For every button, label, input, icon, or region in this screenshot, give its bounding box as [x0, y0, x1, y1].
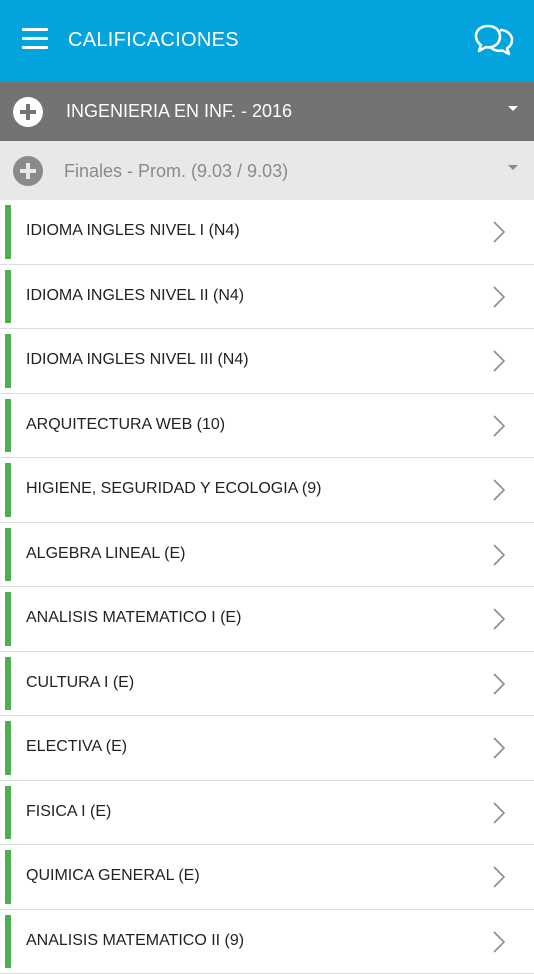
chevron-right-icon [490, 736, 508, 760]
chevron-right-icon [490, 543, 508, 567]
chevron-right-icon [490, 865, 508, 889]
list-item[interactable]: ANALISIS MATEMATICO II (9) [0, 910, 534, 974]
chat-bubbles-icon[interactable] [472, 18, 516, 62]
plus-circle-icon[interactable] [13, 97, 43, 127]
list-item[interactable]: HIGIENE, SEGURIDAD Y ECOLOGIA (9) [0, 458, 534, 523]
chevron-right-icon [490, 672, 508, 696]
list-item[interactable]: ARQUITECTURA WEB (10) [0, 394, 534, 459]
subject-name: IDIOMA INGLES NIVEL I (N4) [26, 219, 240, 243]
list-item[interactable]: QUIMICA GENERAL (E) [0, 845, 534, 910]
app-bar: CALIFICACIONES [0, 0, 534, 82]
subject-name: IDIOMA INGLES NIVEL III (N4) [26, 348, 249, 372]
subject-name: ELECTIVA (E) [26, 735, 127, 759]
list-item[interactable]: IDIOMA INGLES NIVEL III (N4) [0, 329, 534, 394]
status-indicator [5, 399, 11, 453]
status-indicator [5, 528, 11, 582]
plus-circle-icon[interactable] [13, 156, 43, 186]
career-header[interactable]: INGENIERIA EN INF. - 2016 [0, 82, 534, 141]
list-item[interactable]: IDIOMA INGLES NIVEL I (N4) [0, 200, 534, 265]
chevron-right-icon [490, 349, 508, 373]
list-item[interactable]: CULTURA I (E) [0, 652, 534, 717]
status-indicator [5, 270, 11, 324]
status-indicator [5, 592, 11, 646]
list-item[interactable]: ALGEBRA LINEAL (E) [0, 523, 534, 588]
caret-down-icon[interactable] [508, 106, 518, 111]
subject-name: FISICA I (E) [26, 800, 111, 824]
status-indicator [5, 334, 11, 388]
chevron-right-icon [490, 478, 508, 502]
subject-list: IDIOMA INGLES NIVEL I (N4) IDIOMA INGLES… [0, 200, 534, 974]
list-item[interactable]: IDIOMA INGLES NIVEL II (N4) [0, 265, 534, 330]
status-indicator [5, 850, 11, 904]
chevron-right-icon [490, 414, 508, 438]
status-indicator [5, 463, 11, 517]
list-item[interactable]: ELECTIVA (E) [0, 716, 534, 781]
subject-name: ANALISIS MATEMATICO II (9) [26, 929, 244, 953]
chevron-right-icon [490, 607, 508, 631]
status-indicator [5, 657, 11, 711]
chevron-right-icon [490, 220, 508, 244]
status-indicator [5, 915, 11, 969]
finals-label: Finales - Prom. (9.03 / 9.03) [64, 158, 288, 184]
status-indicator [5, 786, 11, 840]
list-item[interactable]: FISICA I (E) [0, 781, 534, 846]
status-indicator [5, 721, 11, 775]
subject-name: ARQUITECTURA WEB (10) [26, 413, 225, 437]
career-label: INGENIERIA EN INF. - 2016 [66, 98, 292, 124]
subject-name: IDIOMA INGLES NIVEL II (N4) [26, 284, 244, 308]
page-title: CALIFICACIONES [68, 26, 239, 54]
subject-name: CULTURA I (E) [26, 671, 134, 695]
status-indicator [5, 205, 11, 259]
list-item[interactable]: ANALISIS MATEMATICO I (E) [0, 587, 534, 652]
finals-header[interactable]: Finales - Prom. (9.03 / 9.03) [0, 141, 534, 200]
caret-down-icon[interactable] [508, 165, 518, 170]
hamburger-menu-icon[interactable] [22, 28, 48, 50]
chevron-right-icon [490, 801, 508, 825]
subject-name: ALGEBRA LINEAL (E) [26, 542, 185, 566]
subject-name: QUIMICA GENERAL (E) [26, 864, 200, 888]
chevron-right-icon [490, 285, 508, 309]
subject-name: ANALISIS MATEMATICO I (E) [26, 606, 241, 630]
subject-name: HIGIENE, SEGURIDAD Y ECOLOGIA (9) [26, 477, 321, 501]
